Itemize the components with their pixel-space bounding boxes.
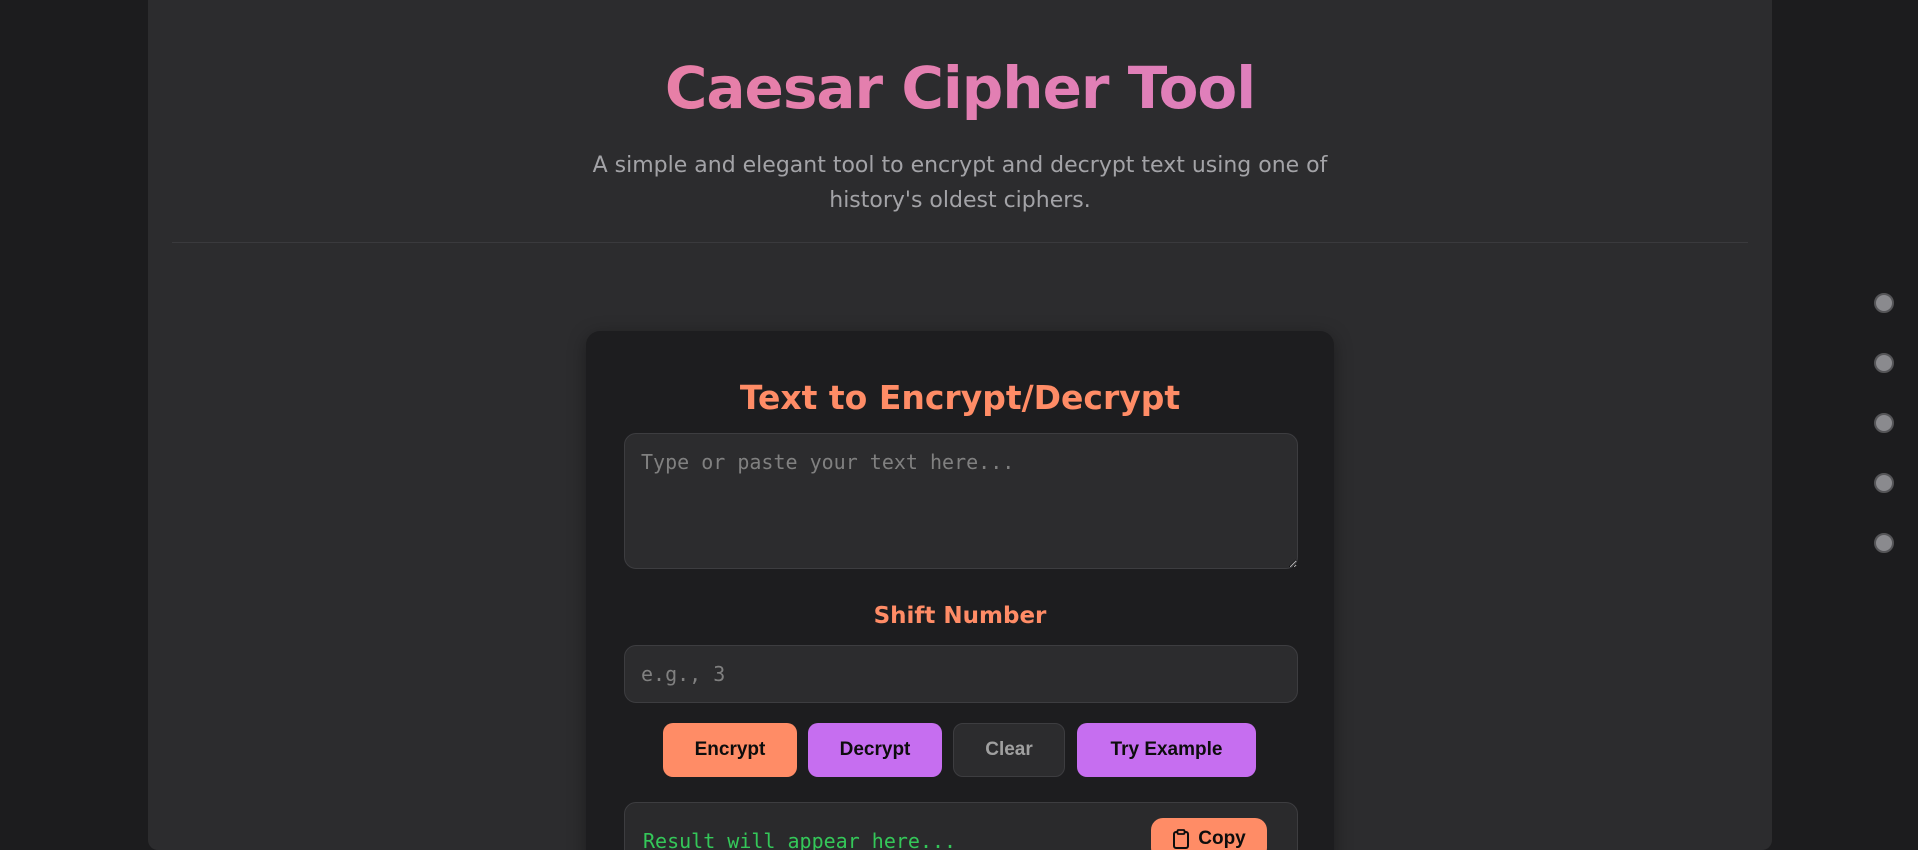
header-divider xyxy=(172,242,1748,243)
shift-number-input[interactable] xyxy=(624,645,1298,703)
nav-dot-4[interactable] xyxy=(1874,473,1894,493)
result-output: Result will appear here... Copy xyxy=(624,802,1298,850)
try-example-button[interactable]: Try Example xyxy=(1077,723,1256,777)
nav-dot-1[interactable] xyxy=(1874,293,1894,313)
shift-label: Shift Number xyxy=(873,603,1047,629)
encrypt-button[interactable]: Encrypt xyxy=(663,723,797,777)
copy-button[interactable]: Copy xyxy=(1151,818,1267,850)
clipboard-icon xyxy=(1172,829,1190,849)
clear-button[interactable]: Clear xyxy=(953,723,1065,777)
cipher-text-input[interactable] xyxy=(624,433,1298,569)
decrypt-button[interactable]: Decrypt xyxy=(808,723,942,777)
page-subtitle: A simple and elegant tool to encrypt and… xyxy=(592,153,1328,213)
nav-dot-5[interactable] xyxy=(1874,533,1894,553)
nav-dot-3[interactable] xyxy=(1874,413,1894,433)
copy-label: Copy xyxy=(1198,828,1246,849)
nav-dot-2[interactable] xyxy=(1874,353,1894,373)
main-panel: Caesar Cipher Tool A simple and elegant … xyxy=(148,0,1772,850)
cipher-card: Text to Encrypt/Decrypt Shift Number Enc… xyxy=(586,331,1334,850)
card-heading: Text to Encrypt/Decrypt xyxy=(739,378,1181,417)
result-text: Result will appear here... xyxy=(643,829,957,850)
page: Caesar Cipher Tool A simple and elegant … xyxy=(0,0,1918,850)
section-dot-nav xyxy=(1874,293,1894,563)
page-title: Caesar Cipher Tool xyxy=(148,48,1772,128)
